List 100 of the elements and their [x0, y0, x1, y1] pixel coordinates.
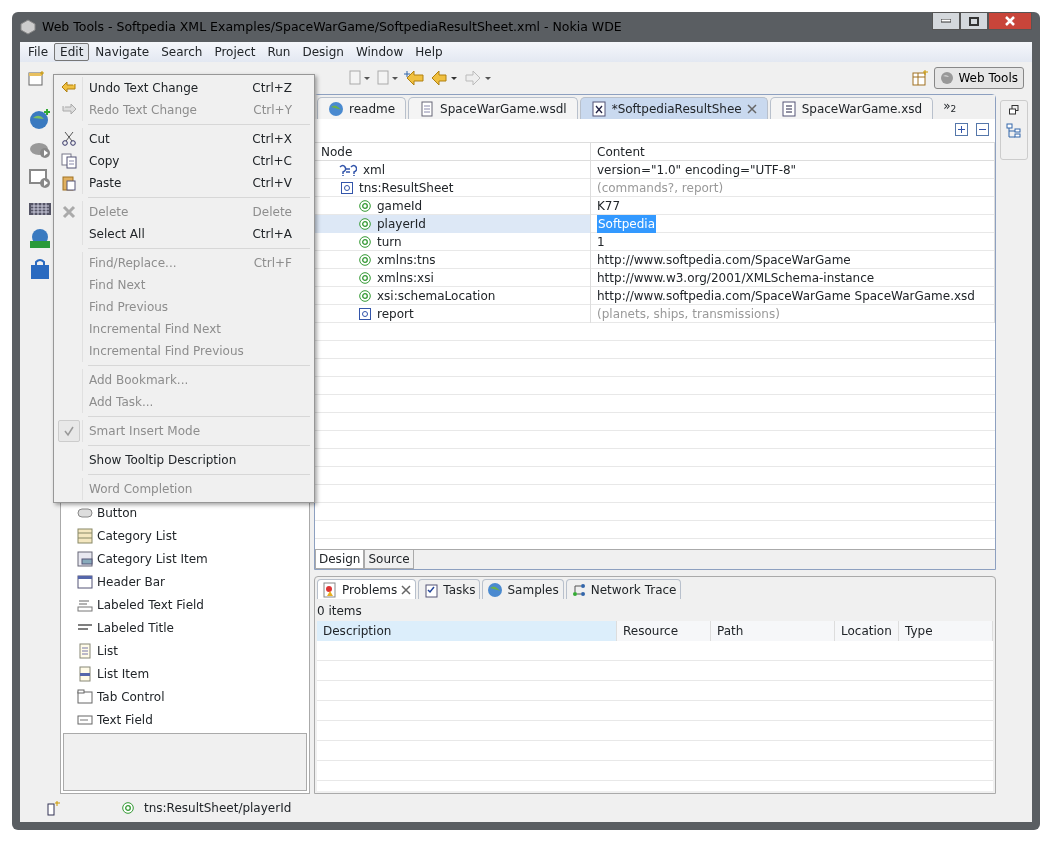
column-header[interactable]: Node: [315, 143, 591, 161]
globe-icon: [487, 581, 504, 598]
column-header[interactable]: Content: [591, 143, 995, 161]
minimize-icon: [941, 19, 951, 23]
palette-item[interactable]: Labeled Title: [77, 619, 309, 637]
menu-item[interactable]: Cut Ctrl+X: [56, 128, 312, 150]
column-header[interactable]: Resource: [617, 621, 711, 641]
editor-tab[interactable]: SpaceWarGame.xsd: [769, 97, 934, 119]
editor-tab[interactable]: readme: [317, 97, 407, 119]
category-list-icon: [77, 528, 93, 544]
menu-item[interactable]: Paste Ctrl+V: [56, 172, 312, 194]
document-icon: [419, 100, 436, 117]
status-text: tns:ResultSheet/playerId: [144, 800, 292, 817]
back-arrow-icon[interactable]: [430, 70, 458, 86]
maximize-icon: [969, 16, 979, 26]
maximize-button[interactable]: [960, 12, 988, 30]
globe-icon: [940, 71, 955, 85]
palette-item[interactable]: Category List Item: [77, 550, 309, 568]
menu-item[interactable]: Design: [296, 43, 350, 61]
restore-icon[interactable]: [1009, 105, 1019, 115]
list-item-icon: [77, 666, 93, 682]
expand-all-icon[interactable]: [955, 123, 968, 136]
menu-item[interactable]: Window: [349, 43, 410, 61]
attribute-icon: [359, 272, 371, 284]
menu-item[interactable]: Edit: [54, 43, 90, 61]
forward-arrow-icon[interactable]: [464, 70, 492, 86]
window-title: Web Tools - Softpedia XML Examples/SpaceWarGame/SoftpediaResultSheet.xml - Nokia WDE: [42, 17, 622, 36]
view-tab[interactable]: Network Trace: [565, 579, 682, 599]
checklist-icon: [423, 581, 440, 598]
list-icon: [77, 643, 93, 659]
warning-document-icon: [322, 581, 338, 598]
category-list-item-icon: [77, 551, 93, 567]
palette-item[interactable]: Labeled Text Field: [77, 596, 309, 614]
attribute-icon: [359, 200, 371, 212]
close-icon[interactable]: [401, 584, 412, 595]
new-window-icon[interactable]: [28, 70, 46, 86]
menu-item[interactable]: Search: [155, 43, 209, 61]
menu-item[interactable]: Run: [261, 43, 297, 61]
column-header[interactable]: Description: [317, 621, 617, 641]
editor-tab[interactable]: SpaceWarGame.wsdl: [408, 97, 578, 119]
view-tab[interactable]: Tasks: [418, 579, 481, 599]
cell-value: http://www.w3.org/2001/XMLSchema-instance: [597, 270, 875, 287]
view-tab[interactable]: Problems: [317, 579, 417, 599]
shopping-bag-icon[interactable]: [29, 258, 51, 280]
delete-x-icon: [61, 204, 77, 220]
text-field-icon: [77, 712, 93, 728]
attribute-icon: [122, 802, 134, 814]
fast-view-icon[interactable]: [46, 800, 62, 816]
column-header[interactable]: Location: [835, 621, 899, 641]
schema-file-icon: [780, 100, 797, 117]
cell-value: (commands?, report): [597, 180, 724, 197]
button-shape-icon: [77, 505, 93, 521]
cell-value: 1: [597, 234, 605, 251]
palette-item[interactable]: Header Bar: [77, 573, 309, 591]
menu-item[interactable]: Navigate: [89, 43, 156, 61]
open-perspective-icon[interactable]: [912, 70, 929, 86]
clipboard-icon: [61, 175, 77, 191]
view-tab[interactable]: Samples: [482, 579, 564, 599]
processing-instruction-icon: [339, 164, 357, 176]
menu-item[interactable]: File: [22, 43, 55, 61]
menu-item[interactable]: Project: [208, 43, 262, 61]
palette-item[interactable]: Category List: [77, 527, 309, 545]
column-header[interactable]: Path: [711, 621, 835, 641]
globe-icon: [328, 100, 344, 117]
last-edit-arrow-icon[interactable]: [404, 70, 424, 86]
palette-item[interactable]: Text Field: [77, 711, 309, 729]
globe-app-icon[interactable]: [29, 108, 51, 130]
copy-icon: [61, 153, 77, 169]
palette-item[interactable]: List: [77, 642, 309, 660]
previous-annotation-icon[interactable]: [376, 70, 398, 86]
cell-value: version="1.0" encoding="UTF-8": [597, 162, 797, 179]
menu-item[interactable]: Select All Ctrl+A: [56, 223, 312, 245]
editor-tab[interactable]: *SoftpediaResultShee: [579, 97, 768, 119]
menu-item[interactable]: Show Tooltip Description: [56, 449, 312, 471]
minimize-button[interactable]: [932, 12, 960, 30]
menu-item[interactable]: Undo Text Change Ctrl+Z: [56, 77, 312, 99]
palette-item[interactable]: List Item: [77, 665, 309, 683]
menu-item[interactable]: Copy Ctrl+C: [56, 150, 312, 172]
tree-row[interactable]: playerId: [315, 215, 591, 233]
mode-tab[interactable]: Design: [315, 550, 365, 569]
perspective-button[interactable]: Web Tools: [934, 67, 1024, 89]
mode-tab[interactable]: Source: [364, 550, 414, 569]
attribute-icon: [359, 218, 371, 230]
globe-badge-icon[interactable]: [29, 228, 51, 250]
menu-item[interactable]: Help: [409, 43, 449, 61]
attribute-icon: [359, 254, 371, 266]
outline-icon[interactable]: [1006, 123, 1022, 139]
checkmark-icon: [63, 425, 75, 437]
close-button[interactable]: [988, 12, 1032, 30]
cell-value: http://www.softpedia.com/SpaceWarGame SpaceWarGame.xsd: [597, 288, 975, 305]
more-tabs-button[interactable]: »$_{2}$: [935, 97, 965, 119]
screen-play-icon[interactable]: [29, 168, 51, 190]
column-header[interactable]: Type: [899, 621, 993, 641]
collapse-all-icon[interactable]: [976, 123, 989, 136]
element-icon: [359, 308, 371, 320]
next-annotation-icon[interactable]: [348, 70, 370, 86]
close-icon[interactable]: [746, 103, 757, 114]
palette-item[interactable]: Tab Control: [77, 688, 309, 706]
palette-item[interactable]: Button: [77, 504, 309, 522]
header-bar-icon: [77, 574, 93, 590]
